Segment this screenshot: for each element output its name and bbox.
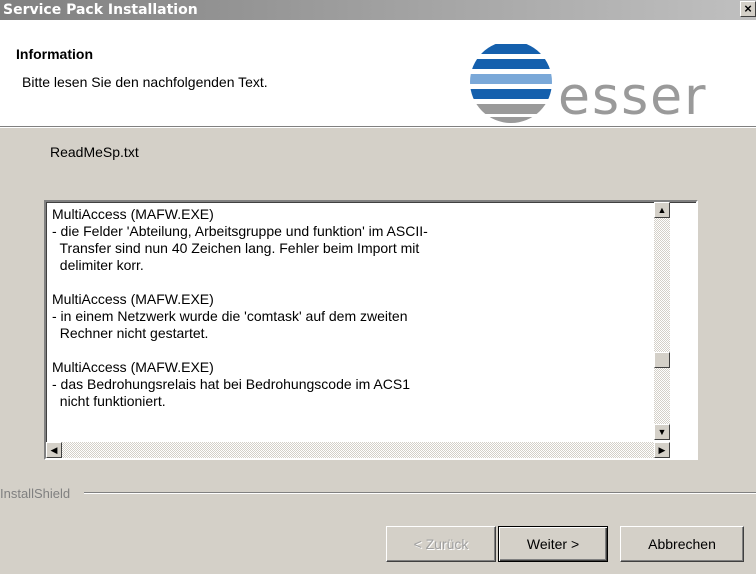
- scroll-left-icon: ◀: [50, 445, 58, 455]
- scroll-up-icon: ▲: [657, 205, 667, 215]
- logo-wordmark: esser: [558, 67, 708, 127]
- readme-paragraph: MultiAccess (MAFW.EXE) - die Felder 'Abt…: [52, 206, 672, 274]
- readme-paragraph: MultiAccess (MAFW.EXE) - in einem Netzwe…: [52, 291, 672, 342]
- next-button[interactable]: Weiter >: [498, 526, 608, 562]
- readme-line: MultiAccess (MAFW.EXE): [52, 359, 214, 375]
- scroll-left-button[interactable]: ◀: [46, 442, 62, 458]
- header-divider-highlight: [0, 127, 756, 128]
- header-panel: Information Bitte lesen Sie den nachfolg…: [0, 20, 756, 126]
- vertical-scrollbar-thumb[interactable]: [654, 352, 670, 368]
- footer-divider-highlight: [84, 493, 756, 494]
- file-name-label: ReadMeSp.txt: [50, 144, 139, 160]
- readme-line: MultiAccess (MAFW.EXE): [52, 206, 214, 222]
- vertical-scrollbar-track[interactable]: [654, 218, 670, 424]
- readme-line: - das Bedrohungsrelais hat bei Bedrohung…: [52, 376, 410, 392]
- window-title: Service Pack Installation: [3, 2, 198, 18]
- readme-paragraph: MultiAccess (MAFW.EXE) - das Bedrohungsr…: [52, 359, 672, 410]
- page-title: Information: [16, 46, 93, 62]
- scroll-right-button[interactable]: ▶: [654, 442, 670, 458]
- readme-line: - die Felder 'Abteilung, Arbeitsgruppe u…: [52, 223, 428, 239]
- readme-line: Transfer sind nun 40 Zeichen lang. Fehle…: [52, 240, 420, 256]
- installer-window: Service Pack Installation × Information …: [0, 0, 756, 574]
- horizontal-scrollbar-track[interactable]: [62, 442, 654, 458]
- scroll-down-button[interactable]: ▼: [654, 424, 670, 440]
- readme-line: delimiter korr.: [52, 257, 144, 273]
- readme-line: - in einem Netzwerk wurde die 'comtask' …: [52, 308, 408, 324]
- scroll-down-icon: ▼: [657, 427, 667, 437]
- scroll-up-button[interactable]: ▲: [654, 202, 670, 218]
- readme-line: Rechner nicht gestartet.: [52, 325, 209, 341]
- scroll-right-icon: ▶: [658, 445, 666, 455]
- esser-logo-icon: [470, 41, 552, 123]
- readme-text-area[interactable]: MultiAccess (MAFW.EXE) - die Felder 'Abt…: [44, 200, 698, 460]
- installshield-label: InstallShield: [0, 486, 71, 501]
- readme-content: MultiAccess (MAFW.EXE) - die Felder 'Abt…: [52, 206, 672, 427]
- close-button[interactable]: ×: [740, 1, 756, 17]
- back-button[interactable]: < Zurück: [386, 526, 496, 562]
- readme-line: nicht funktioniert.: [52, 393, 166, 409]
- readme-line: MultiAccess (MAFW.EXE): [52, 291, 214, 307]
- title-bar[interactable]: Service Pack Installation ×: [0, 0, 756, 20]
- cancel-button[interactable]: Abbrechen: [620, 526, 744, 562]
- page-subtitle: Bitte lesen Sie den nachfolgenden Text.: [22, 74, 268, 90]
